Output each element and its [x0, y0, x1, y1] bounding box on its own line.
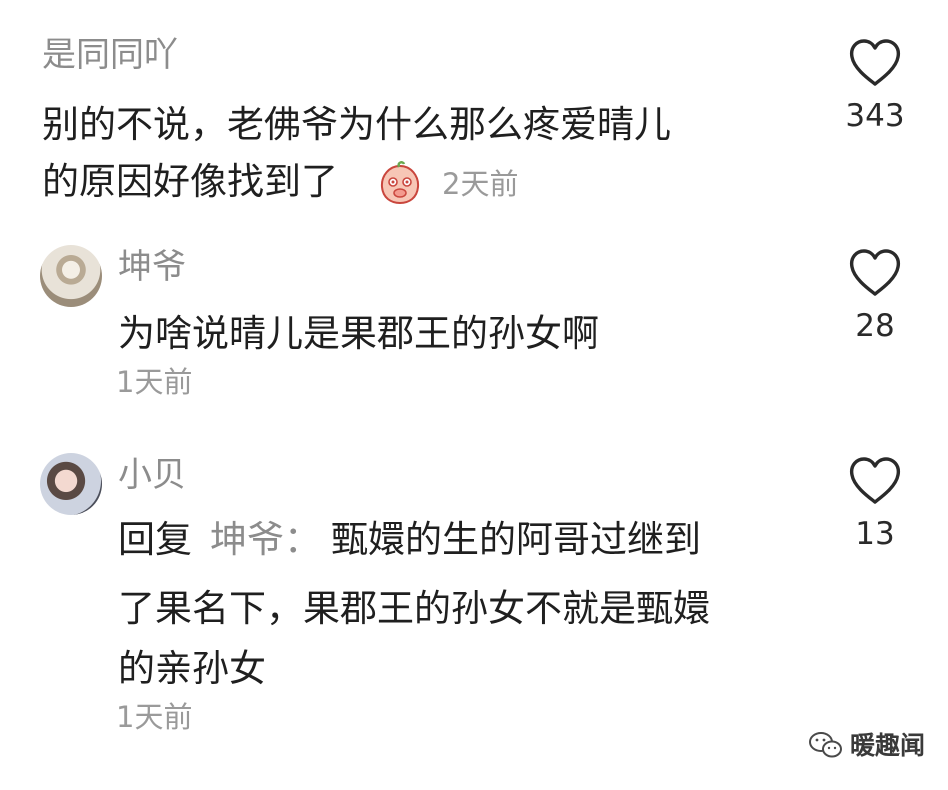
reply-username[interactable]: 小贝 — [118, 458, 186, 492]
heart-icon — [849, 39, 901, 86]
reply-like-button[interactable]: 28 — [830, 248, 920, 342]
reply-time: 1天前 — [116, 700, 193, 734]
reply-to-username[interactable]: 坤爷： — [210, 518, 321, 561]
peach-face-emoji-icon — [380, 161, 420, 205]
reply-time: 1天前 — [116, 365, 193, 399]
reply-text-line-2: 了果名下，果郡王的孙女不就是甄嬛 — [118, 587, 710, 630]
watermark-label: 暖趣闻 — [850, 730, 926, 760]
comment-text-line-1: 别的不说，老佛爷为什么那么疼爱晴儿 — [42, 103, 671, 146]
reply-prefix: 回复 — [118, 518, 192, 561]
like-count: 28 — [855, 308, 895, 344]
comment-like-button[interactable]: 343 — [830, 38, 920, 132]
like-count: 343 — [845, 98, 905, 134]
wechat-icon — [809, 732, 842, 758]
comment-username[interactable]: 是同同吖 — [42, 38, 178, 72]
avatar[interactable] — [40, 453, 102, 515]
like-count: 13 — [855, 516, 895, 552]
reply-text: 为啥说晴儿是果郡王的孙女啊 — [118, 312, 599, 355]
reply-text-line-3: 的亲孙女 — [118, 647, 266, 690]
heart-icon — [849, 249, 901, 296]
comment-text-line-2: 的原因好像找到了 — [42, 160, 338, 203]
comment-time: 2天前 — [442, 167, 519, 201]
reply-text-segment: 甄嬛的生的阿哥过继到 — [331, 518, 701, 561]
avatar[interactable] — [40, 245, 102, 307]
reply-like-button[interactable]: 13 — [830, 456, 920, 550]
reply-text-line-1: 回复 坤爷： 甄嬛的生的阿哥过继到 — [118, 521, 701, 558]
heart-icon — [849, 457, 901, 504]
reply-username[interactable]: 坤爷 — [118, 250, 186, 284]
watermark: 暖趣闻 — [808, 730, 925, 760]
